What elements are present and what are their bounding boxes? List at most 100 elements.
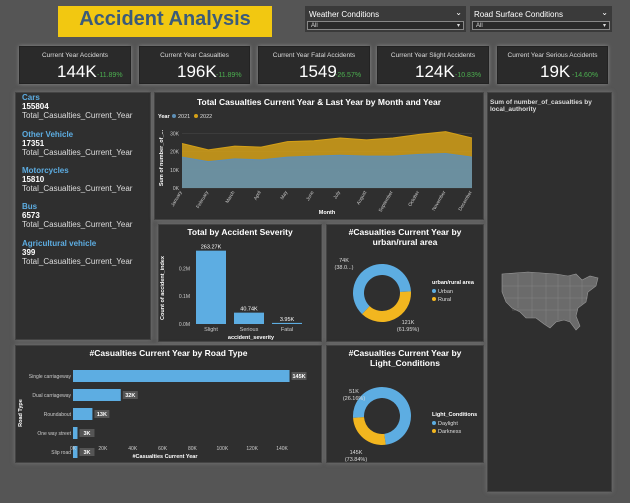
x-tick-label: April	[253, 190, 263, 201]
kpi-label: Current Year Casualties	[160, 52, 229, 59]
legend-marker	[432, 429, 436, 433]
x-tick-label: March	[225, 190, 237, 205]
x-tick-label: 60K	[158, 446, 168, 452]
kpi-change: -11.89%	[216, 72, 242, 79]
y-tick-label: 10K	[170, 168, 180, 174]
bar-data-label: 3K	[83, 431, 90, 437]
chevron-down-icon[interactable]: ⌄	[455, 8, 462, 17]
y-tick-label: Slip road	[51, 450, 71, 456]
urban-rural-donut-chart: 121K (61.95%) 74K (38.0...) urban/rural area…	[335, 258, 475, 333]
x-tick-label: September	[378, 190, 395, 214]
kpi-current-year-accidents: Current Year Accidents 144K -11.89%	[19, 46, 131, 84]
vehicle-card-agricultural-vehicle: Agricultural vehicle 399 Total_Casualtie…	[22, 239, 132, 266]
x-tick-label: Fatal	[281, 327, 293, 333]
road-type-bar	[73, 389, 121, 401]
x-tick-label: Slight	[204, 327, 218, 333]
kpi-label: Current Year Accidents	[41, 52, 109, 59]
severity-bar	[234, 312, 264, 324]
kpi-value: 144K	[57, 62, 97, 81]
vehicle-sub: Total_Casualties_Current_Year	[22, 220, 133, 229]
vehicle-value: 155804	[22, 102, 49, 111]
road-type-bar	[73, 427, 78, 439]
weather-conditions-select[interactable]: All ▾	[307, 21, 464, 30]
severity-bar-chart: 0.0M 0.1M 0.2M 263.27K Slight 40.74K Serious 3.…	[160, 245, 302, 341]
severity-bar	[196, 250, 226, 324]
x-tick-label: August	[356, 189, 369, 206]
slicer-value: All	[476, 23, 483, 29]
us-map-image	[501, 271, 599, 331]
legend-label: Darkness	[438, 429, 461, 435]
legend-marker	[432, 421, 436, 425]
bar-data-label: 40.74K	[240, 307, 258, 313]
kpi-current-year-casualties: Current Year Casualties 196K -11.89%	[139, 46, 250, 84]
vehicle-name: Motorcycles	[22, 166, 69, 175]
legend-label: Rural	[438, 297, 451, 303]
vehicle-value: 6573	[22, 211, 40, 220]
y-axis-label: Road Type	[18, 399, 24, 427]
x-tick-label: December	[457, 190, 473, 213]
vehicle-card-cars: Cars 155804 Total_Casualties_Current_Yea…	[22, 93, 132, 120]
dropdown-arrow-icon[interactable]: ▾	[457, 22, 460, 30]
legend-marker	[194, 114, 198, 118]
y-tick-label: 30K	[170, 131, 180, 137]
x-tick-label: 120K	[246, 446, 258, 452]
y-tick-label: 20K	[170, 150, 180, 156]
donut-slice-darkness	[353, 417, 386, 445]
x-axis-label: Month	[319, 210, 336, 216]
y-tick-label: One way street	[37, 431, 71, 437]
y-tick-label: 0.2M	[179, 266, 190, 272]
x-axis-label: accident_severity	[228, 335, 275, 341]
vehicle-name: Other Vehicle	[22, 130, 74, 139]
monthly-chart-title: Total Casualties Current Year & Last Yea…	[196, 97, 442, 107]
x-tick-label: January	[170, 189, 184, 207]
x-tick-label: 100K	[216, 446, 228, 452]
legend-label: Daylight	[438, 421, 458, 427]
vehicle-value: 17351	[22, 139, 45, 148]
x-tick-label: 80K	[188, 446, 198, 452]
kpi-value: 124K	[415, 62, 455, 81]
vehicle-name: Bus	[22, 202, 38, 211]
kpi-value: 1549	[299, 62, 337, 81]
slicer-label: Road Surface Conditions	[474, 10, 563, 19]
severity-bar	[272, 322, 302, 324]
chevron-down-icon[interactable]: ⌄	[601, 8, 608, 17]
legend-title: Light_Conditions	[432, 412, 477, 418]
x-tick-label: May	[279, 189, 289, 200]
legend-marker	[432, 289, 436, 293]
y-tick-label: 0.1M	[179, 294, 190, 300]
y-tick-label: Single carriageway	[29, 374, 72, 380]
kpi-label: Current Year Fatal Accidents	[272, 52, 356, 59]
kpi-value: 196K	[177, 62, 217, 81]
bar-data-label: 3.95K	[280, 317, 295, 323]
weather-conditions-slicer[interactable]: Weather Conditions ⌄ All ▾	[305, 6, 466, 32]
kpi-change: -10.83%	[455, 72, 482, 79]
x-axis-label: #Casualties Current Year	[132, 454, 198, 460]
x-tick-label: July	[332, 189, 342, 200]
bar-data-label: 3K	[83, 450, 90, 456]
bar-data-label: 263.27K	[201, 245, 222, 251]
vehicle-name: Agricultural vehicle	[22, 239, 97, 248]
legend-marker	[172, 114, 176, 118]
bar-data-label: 32K	[125, 393, 135, 399]
road-type-bar	[73, 370, 290, 382]
x-tick-label: Serious	[240, 327, 259, 333]
vehicle-sub: Total_Casualties_Current_Year	[22, 184, 133, 193]
y-axis-label: Sum of number_of_...	[159, 129, 165, 186]
kpi-current-year-fatal-accidents: Current Year Fatal Accidents 1549 -26.57…	[258, 46, 370, 84]
y-axis-label: Count of accident_index	[160, 255, 166, 320]
road-type-bar	[73, 408, 93, 420]
x-tick-label: 20K	[98, 446, 108, 452]
dashboard-title-box: Accident Analysis	[58, 6, 272, 37]
legend-label: Urban	[438, 289, 453, 295]
dropdown-arrow-icon[interactable]: ▾	[603, 22, 606, 30]
vehicle-card-bus: Bus 6573 Total_Casualties_Current_Year	[22, 202, 132, 229]
y-tick-label: Roundabout	[44, 412, 72, 418]
slicer-value: All	[311, 23, 318, 29]
bar-data-label: 145K	[292, 374, 305, 380]
kpi-current-year-slight-accidents: Current Year Slight Accidents 124K -10.8…	[377, 46, 489, 84]
vehicle-name: Cars	[22, 93, 40, 102]
road-surface-select[interactable]: All ▾	[472, 21, 610, 30]
slice-data-label: 74K (38.0...)	[335, 258, 354, 271]
road-surface-slicer[interactable]: Road Surface Conditions ⌄ All ▾	[470, 6, 612, 32]
slice-data-label: 121K (61.95%)	[397, 320, 419, 333]
